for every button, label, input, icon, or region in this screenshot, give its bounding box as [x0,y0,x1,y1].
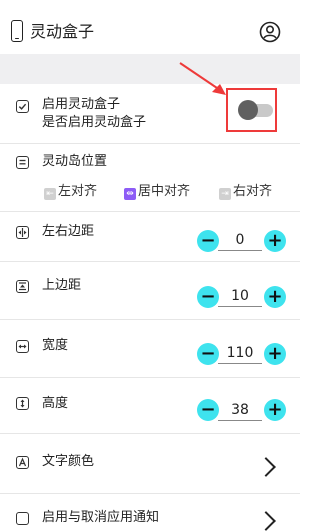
height-label: 高度 [42,396,69,411]
notify-label: 启用与取消应用通知 [42,510,160,525]
text-color-label: 文字颜色 [42,454,95,469]
enable-title: 启用灵动盒子 [42,97,121,112]
align-right-label: 右对齐 [233,184,273,199]
height-increment-button[interactable]: + [264,399,286,421]
height-value[interactable]: 38 [218,400,262,421]
separator [0,319,300,320]
position-icon [16,156,29,169]
align-right-icon: ⇥ [219,188,231,200]
chevron-right-icon [256,457,276,477]
horizontal-margin-icon [16,226,29,239]
align-left-option[interactable]: ⇤ 左对齐 [44,183,97,201]
margin-lr-increment-button[interactable]: + [264,230,286,252]
enable-subtitle: 是否启用灵动盒子 [42,115,147,130]
red-arrow-annotation [179,62,226,95]
top-margin-icon [16,280,29,293]
align-right-option[interactable]: ⇥ 右对齐 [219,183,272,201]
app-title: 灵动盒子 [30,22,95,41]
chevron-right-icon [256,511,276,531]
margin-lr-decrement-button[interactable]: − [197,230,219,252]
separator [0,211,300,212]
margin-lr-value[interactable]: 0 [218,230,262,251]
align-center-option[interactable]: ⇹ 居中对齐 [124,183,190,201]
margin-top-value[interactable]: 10 [218,286,262,307]
align-center-label: 居中对齐 [138,184,191,199]
header-divider-band [0,54,300,84]
width-increment-button[interactable]: + [264,343,286,365]
height-icon [16,397,29,410]
phone-icon [11,20,23,42]
margin-lr-label: 左右边距 [42,224,95,239]
align-center-icon: ⇹ [124,188,136,200]
account-icon[interactable] [259,21,281,47]
app-header: 灵动盒子 [0,0,300,54]
width-value[interactable]: 110 [218,343,262,364]
margin-top-decrement-button[interactable]: − [197,286,219,308]
toggle-knob[interactable] [238,100,258,120]
width-label: 宽度 [42,338,69,353]
text-color-icon [16,456,29,469]
separator [0,261,300,262]
separator [0,493,300,494]
width-icon [16,340,29,353]
margin-top-label: 上边距 [42,278,82,293]
checkbox-icon [16,100,29,113]
margin-top-increment-button[interactable]: + [264,286,286,308]
align-left-icon: ⇤ [44,188,56,200]
height-decrement-button[interactable]: − [197,399,219,421]
island-position-title: 灵动岛位置 [42,154,108,169]
separator [0,143,300,144]
align-left-label: 左对齐 [58,184,98,199]
width-decrement-button[interactable]: − [197,343,219,365]
separator [0,433,300,434]
separator [0,377,300,378]
